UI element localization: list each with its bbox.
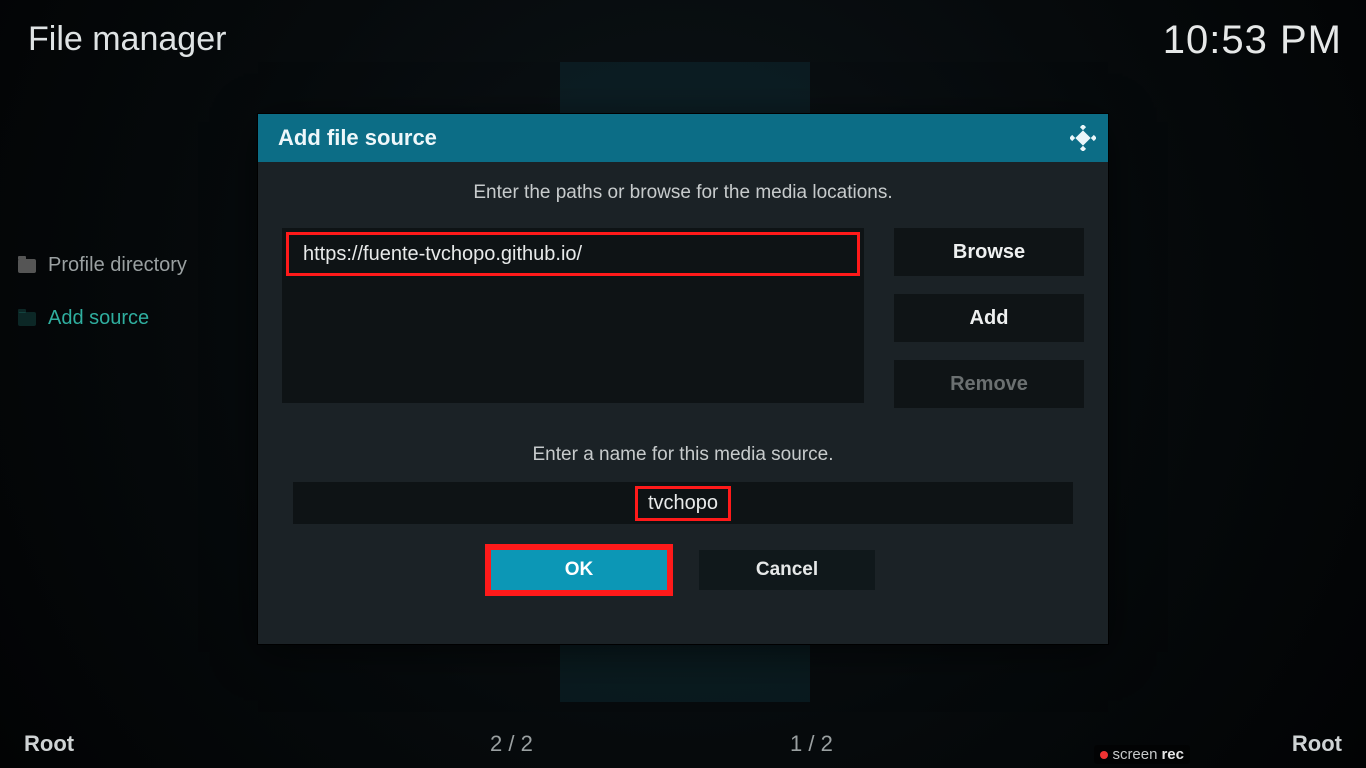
sidebar-item-label: Add source — [48, 307, 149, 330]
ok-button[interactable]: OK — [491, 550, 667, 590]
dialog-actions: OK Cancel — [282, 550, 1084, 590]
add-file-source-dialog: Add file source Enter the paths or brows… — [258, 114, 1108, 644]
path-buttons: Browse Add Remove — [894, 228, 1084, 408]
path-input[interactable]: https://fuente-tvchopo.github.io/ — [286, 232, 860, 276]
path-value: https://fuente-tvchopo.github.io/ — [303, 243, 582, 266]
watermark-brand: screen — [1112, 746, 1157, 763]
status-left-root: Root — [24, 731, 74, 757]
paths-instruction: Enter the paths or browse for the media … — [282, 182, 1084, 204]
status-right-count: 1 / 2 — [790, 731, 833, 757]
folder-icon — [18, 259, 36, 273]
cancel-button[interactable]: Cancel — [699, 550, 875, 590]
sidebar: Profile directory Add source — [18, 248, 248, 354]
dialog-title: Add file source — [278, 125, 437, 151]
paths-list[interactable]: https://fuente-tvchopo.github.io/ — [282, 228, 864, 403]
sidebar-item-profile-directory[interactable]: Profile directory — [18, 248, 248, 301]
name-instruction: Enter a name for this media source. — [282, 444, 1084, 466]
remove-button: Remove — [894, 360, 1084, 408]
source-name-value: tvchopo — [635, 486, 731, 521]
status-right-root: Root — [1292, 731, 1342, 757]
status-left-count: 2 / 2 — [490, 731, 533, 757]
dialog-header: Add file source — [258, 114, 1108, 162]
app-root: File manager 10:53 PM Profile directory … — [0, 0, 1366, 768]
source-name-input[interactable]: tvchopo — [293, 482, 1073, 524]
sidebar-item-add-source[interactable]: Add source — [18, 301, 248, 354]
browse-button[interactable]: Browse — [894, 228, 1084, 276]
dialog-body: Enter the paths or browse for the media … — [258, 162, 1108, 590]
record-dot-icon — [1100, 751, 1108, 759]
kodi-logo-icon — [1070, 125, 1096, 151]
clock: 10:53 PM — [1163, 18, 1342, 63]
add-button[interactable]: Add — [894, 294, 1084, 342]
paths-row: https://fuente-tvchopo.github.io/ Browse… — [282, 228, 1084, 408]
folder-icon — [18, 312, 36, 326]
sidebar-item-label: Profile directory — [48, 254, 187, 277]
watermark-suffix: rec — [1161, 746, 1184, 763]
page-title: File manager — [28, 20, 226, 59]
screenrec-watermark: screenrec — [1094, 745, 1190, 764]
